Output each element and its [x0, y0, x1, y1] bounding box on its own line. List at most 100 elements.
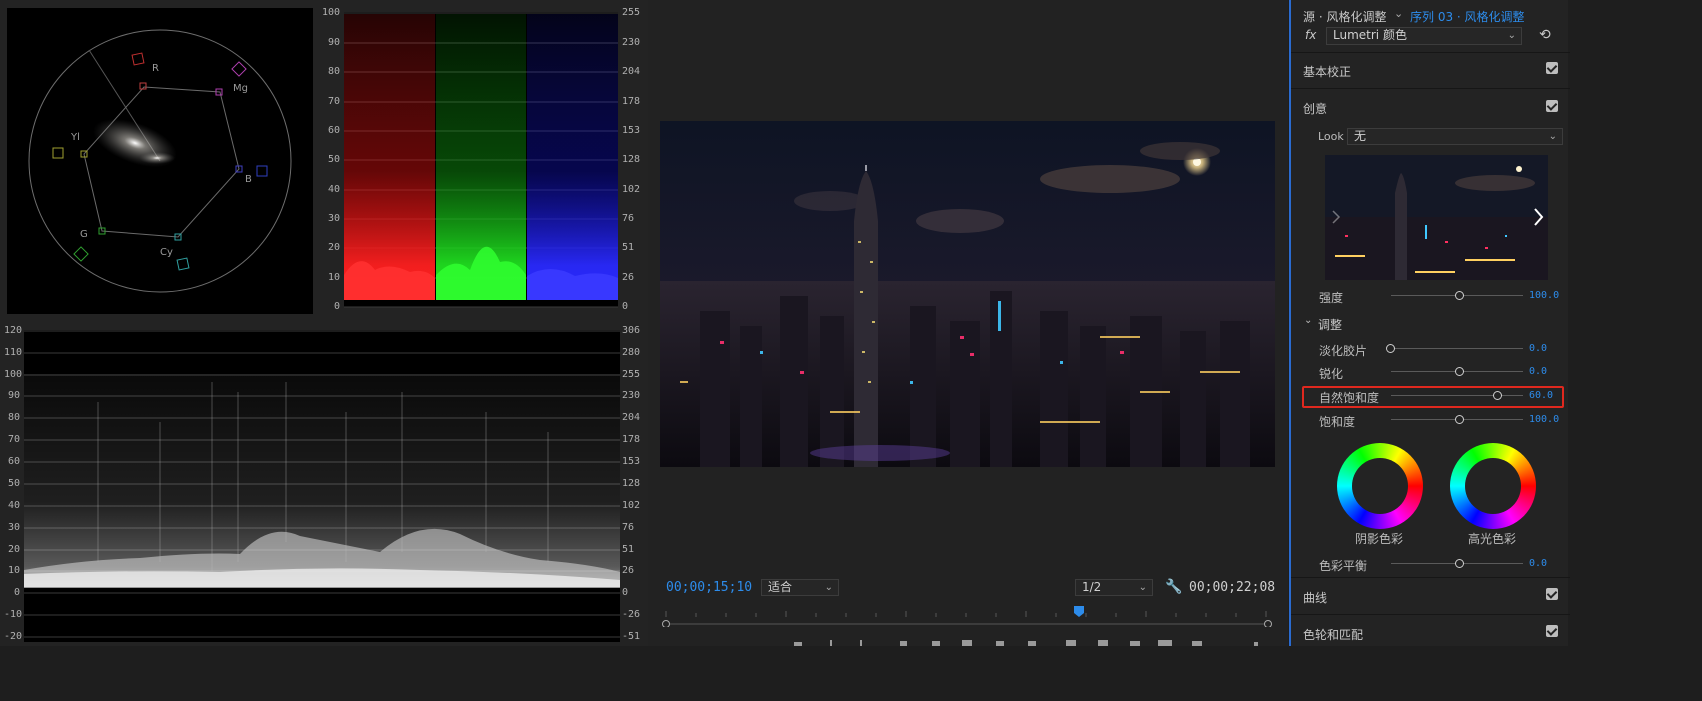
- current-timecode[interactable]: 00;00;15;10: [666, 580, 752, 595]
- faded-film-slider-knob[interactable]: [1386, 344, 1395, 353]
- saturation-value[interactable]: 100.0: [1529, 414, 1559, 425]
- waveform-right-tick: 76: [622, 522, 635, 533]
- faded-film-slider-row: 淡化胶片 0.0: [1291, 340, 1570, 358]
- waveform-left-tick: 110: [4, 347, 23, 358]
- effect-name: Lumetri 颜色: [1333, 28, 1407, 42]
- color-wheels-checkbox[interactable]: [1546, 625, 1558, 637]
- vector-label-cy: Cy: [160, 247, 173, 258]
- playback-resolution-value: 1/2: [1082, 580, 1102, 594]
- chevron-down-icon: ⌄: [1138, 582, 1147, 593]
- parade-left-tick: 70: [328, 96, 341, 107]
- effect-dropdown[interactable]: Lumetri 颜色 ⌄: [1326, 27, 1522, 45]
- waveform-left-tick: 80: [8, 412, 21, 423]
- divider: [1291, 577, 1570, 578]
- waveform-left-tick: 30: [8, 522, 21, 533]
- waveform-left-tick: 20: [8, 544, 21, 555]
- waveform-left-tick: 40: [8, 500, 21, 511]
- sharpen-value[interactable]: 0.0: [1529, 366, 1547, 377]
- chevron-down-icon: ⌄: [1507, 30, 1516, 41]
- adjustments-label[interactable]: 调整: [1318, 316, 1342, 333]
- parade-left-tick: 40: [328, 184, 341, 195]
- section-creative[interactable]: 创意: [1303, 100, 1327, 117]
- sequence-clip-label[interactable]: 序列 03 · 风格化调整: [1410, 8, 1525, 25]
- waveform-left-tick: -10: [4, 609, 23, 620]
- intensity-label: 强度: [1319, 291, 1344, 305]
- lumetri-scopes-panel: R Mg B Cy G Yl 100 90 80 70 60 50 40 30 …: [0, 0, 648, 646]
- look-label: Look: [1318, 130, 1344, 143]
- waveform-right-tick: -26: [622, 609, 641, 620]
- waveform-right-tick: 230: [622, 390, 641, 401]
- waveform-right-tick: 255: [622, 369, 641, 380]
- waveform-right-tick: 0: [622, 587, 629, 598]
- tint-balance-value[interactable]: 0.0: [1529, 558, 1547, 569]
- waveform-left-tick: 90: [8, 390, 21, 401]
- chevron-down-icon[interactable]: ⌄: [1394, 7, 1403, 20]
- section-basic-correction[interactable]: 基本校正: [1303, 63, 1351, 80]
- vector-label-r: R: [152, 63, 159, 74]
- parade-right-tick: 178: [622, 96, 641, 107]
- waveform-left-tick: 120: [4, 325, 23, 336]
- video-frame[interactable]: [660, 121, 1275, 467]
- sharpen-slider-knob[interactable]: [1455, 367, 1464, 376]
- source-clip-label[interactable]: 源 · 风格化调整: [1303, 8, 1386, 25]
- waveform-right-tick: -51: [622, 631, 641, 642]
- look-preview-thumbnail[interactable]: [1325, 155, 1548, 280]
- intensity-value[interactable]: 100.0: [1529, 290, 1559, 301]
- waveform-right-tick: 26: [622, 565, 635, 576]
- waveform-right-tick: 204: [622, 412, 641, 423]
- shadow-tint-wheel[interactable]: [1337, 443, 1423, 529]
- waveform-right-tick: 51: [622, 544, 635, 555]
- tint-balance-slider-knob[interactable]: [1455, 559, 1464, 568]
- wrench-icon[interactable]: 🔧: [1165, 579, 1182, 595]
- parade-right-tick: 76: [622, 213, 635, 224]
- sharpen-slider-row: 锐化 0.0: [1291, 363, 1570, 381]
- section-curves[interactable]: 曲线: [1303, 589, 1327, 606]
- chevron-down-icon: ⌄: [824, 582, 833, 593]
- waveform-left-tick: 50: [8, 478, 21, 489]
- vibrance-highlight-box: [1302, 386, 1564, 408]
- waveform-right-tick: 306: [622, 325, 641, 336]
- tint-balance-label: 色彩平衡: [1319, 559, 1368, 573]
- waveform-right-tick: 102: [622, 500, 641, 511]
- reset-icon[interactable]: ⟲: [1539, 27, 1551, 43]
- parade-left-tick: 100: [322, 7, 341, 18]
- rgb-parade: 100 90 80 70 60 50 40 30 20 10 0 255 230…: [320, 0, 648, 318]
- faded-film-value[interactable]: 0.0: [1529, 343, 1547, 354]
- curves-checkbox[interactable]: [1546, 588, 1558, 600]
- fit-zoom-value: 适合: [768, 580, 793, 594]
- highlight-tint-label: 高光色彩: [1468, 532, 1517, 546]
- intensity-slider-row: 强度 100.0: [1291, 287, 1570, 305]
- parade-right-tick: 51: [622, 242, 635, 253]
- vector-label-g: G: [80, 229, 88, 240]
- parade-right-tick: 204: [622, 66, 641, 77]
- look-dropdown[interactable]: 无 ⌄: [1347, 128, 1563, 145]
- intensity-slider-knob[interactable]: [1455, 291, 1464, 300]
- faded-film-slider-track[interactable]: [1391, 348, 1523, 349]
- fit-zoom-dropdown[interactable]: 适合 ⌄: [761, 579, 839, 596]
- divider: [1291, 614, 1570, 615]
- basic-correction-checkbox[interactable]: [1546, 62, 1558, 74]
- time-ruler[interactable]: [662, 603, 1272, 627]
- parade-right-tick: 128: [622, 154, 641, 165]
- divider: [1291, 52, 1570, 53]
- tint-balance-slider-row: 色彩平衡 0.0: [1291, 555, 1570, 573]
- section-color-wheels[interactable]: 色轮和匹配: [1303, 626, 1363, 643]
- vector-label-mg: Mg: [233, 83, 248, 94]
- faded-film-label: 淡化胶片: [1319, 344, 1368, 358]
- playback-resolution-dropdown[interactable]: 1/2 ⌄: [1075, 579, 1153, 596]
- highlight-tint-wheel[interactable]: [1450, 443, 1536, 529]
- parade-left-tick: 60: [328, 125, 341, 136]
- waveform-left-tick: 60: [8, 456, 21, 467]
- waveform-left-tick: 70: [8, 434, 21, 445]
- divider: [1291, 88, 1570, 89]
- waveform-right-tick: 153: [622, 456, 641, 467]
- parade-right-tick: 255: [622, 7, 641, 18]
- vector-label-yl: Yl: [71, 132, 80, 143]
- chevron-down-icon[interactable]: ⌄: [1304, 315, 1312, 326]
- vector-label-b: B: [245, 174, 252, 185]
- saturation-slider-knob[interactable]: [1455, 415, 1464, 424]
- parade-left-tick: 10: [328, 272, 341, 283]
- transport-controls: [790, 638, 1270, 646]
- creative-checkbox[interactable]: [1546, 100, 1558, 112]
- parade-right-tick: 26: [622, 272, 635, 283]
